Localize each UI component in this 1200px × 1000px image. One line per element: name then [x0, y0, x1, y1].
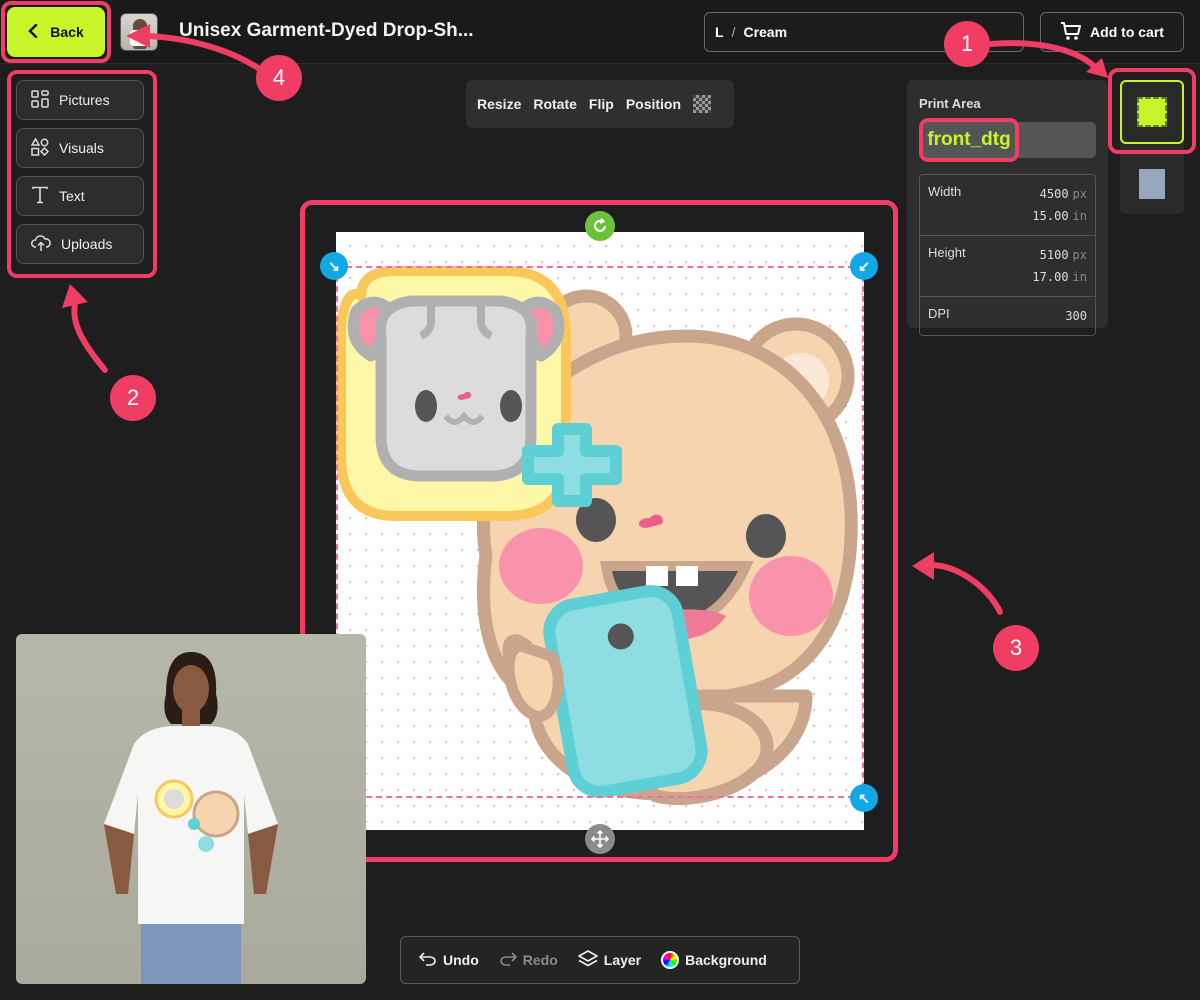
position-button[interactable]: Position [626, 96, 681, 112]
tool-pictures-button[interactable]: Pictures [16, 80, 144, 120]
height-px-value: 5100 [1039, 248, 1069, 262]
width-px-unit: px [1072, 187, 1087, 201]
variant-size: L [715, 24, 724, 40]
flip-button[interactable]: Flip [589, 96, 614, 112]
width-in-unit: in [1072, 209, 1087, 223]
transform-toolbar: Resize Rotate Flip Position [466, 80, 734, 128]
upload-cloud-icon [31, 234, 51, 255]
spec-dpi-label: DPI [928, 306, 950, 321]
tool-uploads-label: Uploads [61, 236, 113, 252]
dpi-value: 300 [1065, 309, 1087, 323]
pictures-icon [31, 89, 49, 111]
resize-button[interactable]: Resize [477, 96, 521, 112]
undo-label: Undo [443, 952, 479, 968]
spec-width-row: Width 4500 px 15.00 in [920, 175, 1095, 236]
print-area-label: Print Area [919, 96, 981, 111]
canvas-highlight [300, 200, 898, 862]
shapes-icon [30, 137, 50, 159]
redo-button[interactable]: Redo [499, 951, 558, 969]
height-in-value: 17.00 [1032, 270, 1069, 284]
spec-dpi-row: DPI 300 [920, 297, 1095, 335]
switcher-highlight [1108, 68, 1196, 154]
resize-handle-top-right-icon[interactable]: ↙ [850, 252, 878, 280]
spec-height-label: Height [928, 245, 966, 260]
back-area-icon [1139, 169, 1165, 199]
tool-uploads-button[interactable]: Uploads [16, 224, 144, 264]
add-to-cart-label: Add to cart [1090, 24, 1164, 40]
transparency-icon[interactable] [693, 95, 712, 113]
tool-visuals-label: Visuals [59, 140, 104, 156]
print-area-back-thumb[interactable] [1120, 154, 1184, 214]
variant-separator: / [731, 24, 736, 40]
tool-pictures-label: Pictures [59, 92, 110, 108]
tool-visuals-button[interactable]: Visuals [16, 128, 144, 168]
height-in-unit: in [1072, 270, 1087, 284]
back-highlight [1, 1, 111, 63]
bottom-toolbar: Undo Redo Layer Background [400, 936, 800, 984]
text-icon [31, 186, 49, 207]
redo-icon [499, 951, 517, 969]
product-thumbnail[interactable] [120, 13, 158, 51]
add-to-cart-button[interactable]: Add to cart [1040, 12, 1184, 52]
cart-icon [1060, 21, 1082, 44]
rotate-button[interactable]: Rotate [533, 96, 577, 112]
redo-label: Redo [522, 952, 558, 968]
product-title: Unisex Garment-Dyed Drop-Sh... [179, 20, 474, 41]
undo-icon [418, 951, 437, 969]
color-wheel-icon [661, 951, 680, 969]
height-px-unit: px [1072, 248, 1087, 262]
tool-text-label: Text [59, 188, 85, 204]
move-handle-icon[interactable] [585, 824, 615, 854]
layer-label: Layer [603, 952, 642, 968]
print-area-specs: Width 4500 px 15.00 in Height 5100 px 17.00… [919, 174, 1096, 336]
print-area-selected-value[interactable]: front_dtg [919, 118, 1019, 162]
background-button[interactable]: Background [661, 951, 767, 969]
spec-height-row: Height 5100 px 17.00 in [920, 236, 1095, 297]
width-in-value: 15.00 [1032, 209, 1069, 223]
layer-button[interactable]: Layer [577, 949, 642, 971]
resize-handle-top-left-icon[interactable]: ↘ [320, 252, 348, 280]
spec-width-label: Width [928, 184, 962, 199]
annotation-marker-1: 1 [944, 21, 990, 67]
annotation-marker-3: 3 [993, 625, 1039, 671]
resize-handle-bottom-right-icon[interactable]: ↖ [850, 784, 878, 812]
annotation-marker-2: 2 [110, 375, 156, 421]
width-px-value: 4500 [1039, 187, 1069, 201]
mockup-preview[interactable] [16, 634, 366, 984]
undo-button[interactable]: Undo [418, 951, 479, 969]
tool-text-button[interactable]: Text [16, 176, 144, 216]
background-label: Background [685, 952, 767, 968]
variant-color: Cream [743, 24, 788, 40]
rotate-handle-icon[interactable] [585, 211, 615, 241]
annotation-marker-4: 4 [256, 55, 302, 101]
layers-icon [577, 949, 598, 971]
